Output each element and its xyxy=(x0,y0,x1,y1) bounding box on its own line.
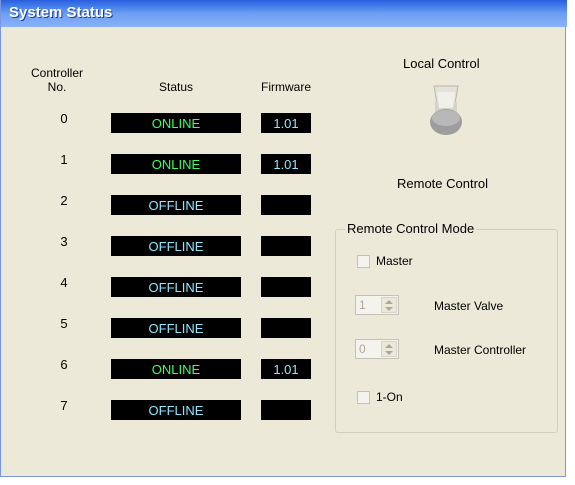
one-on-checkbox[interactable] xyxy=(357,391,370,404)
controller-status: ONLINE xyxy=(111,359,241,379)
local-control-label: Local Control xyxy=(403,56,480,71)
controller-status: OFFLINE xyxy=(111,236,241,256)
controller-firmware: 1.01 xyxy=(261,359,311,379)
controller-status: ONLINE xyxy=(111,154,241,174)
controller-status: ONLINE xyxy=(111,113,241,133)
spin-up-icon[interactable] xyxy=(385,300,393,304)
master-controller-value: 0 xyxy=(359,342,366,356)
controller-number: 5 xyxy=(60,316,68,331)
controller-number: 0 xyxy=(60,111,68,126)
controller-firmware xyxy=(261,277,311,297)
controller-status: OFFLINE xyxy=(111,400,241,420)
spin-down-icon[interactable] xyxy=(385,307,393,311)
controller-number: 7 xyxy=(60,398,68,413)
controller-number: 1 xyxy=(60,152,68,167)
spin-down-icon[interactable] xyxy=(385,351,393,355)
master-controller-spinner[interactable]: 0 xyxy=(355,339,399,359)
remote-control-label: Remote Control xyxy=(397,176,489,191)
controller-number: 3 xyxy=(60,234,68,249)
master-valve-value: 1 xyxy=(359,298,366,312)
system-status-window: System Status Controller No. Status Firm… xyxy=(0,0,567,477)
master-checkbox-label: Master xyxy=(376,254,413,268)
master-controller-spin-buttons[interactable] xyxy=(381,341,397,357)
firmware-header: Firmware xyxy=(261,80,311,94)
master-checkbox[interactable] xyxy=(357,255,370,268)
controller-number: 4 xyxy=(60,275,68,290)
controller-firmware xyxy=(261,195,311,215)
status-header: Status xyxy=(158,80,194,94)
spin-up-icon[interactable] xyxy=(385,344,393,348)
master-controller-label: Master Controller xyxy=(434,343,527,357)
window-title: System Status xyxy=(9,4,113,21)
controller-firmware: 1.01 xyxy=(261,154,311,174)
controller-status: OFFLINE xyxy=(111,277,241,297)
controller-status: OFFLINE xyxy=(111,318,241,338)
controller-firmware: 1.01 xyxy=(261,113,311,133)
controller-no-header: Controller No. xyxy=(30,66,84,94)
master-valve-spin-buttons[interactable] xyxy=(381,297,397,313)
master-valve-label: Master Valve xyxy=(434,299,504,313)
controller-number: 2 xyxy=(60,193,68,208)
controller-status: OFFLINE xyxy=(111,195,241,215)
control-toggle-switch[interactable] xyxy=(421,84,471,144)
controller-firmware xyxy=(261,400,311,420)
controller-firmware xyxy=(261,318,311,338)
one-on-checkbox-label: 1-On xyxy=(376,390,403,404)
controller-number: 6 xyxy=(60,357,68,372)
controller-firmware xyxy=(261,236,311,256)
remote-control-mode-title: Remote Control Mode xyxy=(345,221,477,236)
master-valve-spinner[interactable]: 1 xyxy=(355,295,399,315)
title-bar[interactable]: System Status xyxy=(1,0,567,27)
